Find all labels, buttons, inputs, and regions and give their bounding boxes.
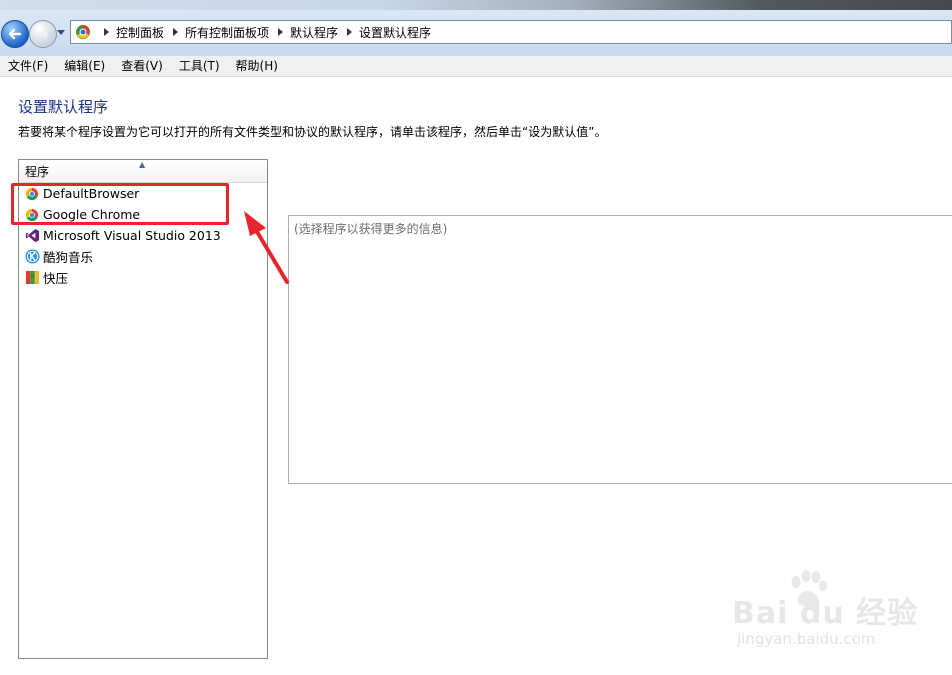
address-bar[interactable]: 控制面板 所有控制面板项 默认程序 设置默认程序: [70, 20, 952, 44]
menu-view[interactable]: 查看(V): [113, 56, 171, 76]
watermark-url: jingyan.baidu.com: [737, 630, 876, 648]
watermark-logo: Bai du 经验: [732, 596, 919, 631]
programs-list[interactable]: ▲ 程序 DefaultBrowser Google Chrome Micros…: [18, 159, 268, 659]
visual-studio-icon: [24, 228, 40, 244]
back-arrow-icon: [8, 28, 22, 40]
recent-pages-dropdown[interactable]: [57, 30, 65, 36]
kuaiya-icon: [24, 270, 40, 286]
breadcrumb-separator-icon[interactable]: [347, 28, 353, 36]
program-label: Microsoft Visual Studio 2013: [43, 228, 221, 243]
page-title: 设置默认程序: [18, 98, 109, 116]
menu-edit[interactable]: 编辑(E): [56, 56, 113, 76]
program-item-kugou[interactable]: 酷狗音乐: [19, 246, 267, 267]
program-label: 快压: [43, 271, 69, 286]
sort-ascending-icon: ▲: [139, 160, 146, 169]
breadcrumb-separator-icon[interactable]: [278, 28, 284, 36]
back-button[interactable]: [1, 20, 29, 48]
breadcrumb-default-programs[interactable]: 默认程序: [290, 24, 338, 41]
program-info-panel: (选择程序以获得更多的信息): [288, 215, 952, 484]
program-label: 酷狗音乐: [43, 250, 94, 265]
program-item-kuaiya[interactable]: 快压: [19, 267, 267, 288]
annotation-highlight-box: [11, 183, 229, 225]
breadcrumb-set-default-programs[interactable]: 设置默认程序: [359, 24, 431, 41]
program-item-visual-studio[interactable]: Microsoft Visual Studio 2013: [19, 225, 267, 246]
programs-column-label: 程序: [25, 165, 50, 179]
forward-arrow-icon: [37, 29, 49, 39]
breadcrumb-separator-icon[interactable]: [173, 28, 179, 36]
kugou-icon: [24, 249, 40, 265]
control-panel-icon: [76, 25, 90, 39]
menu-bar: 文件(F) 编辑(E) 查看(V) 工具(T) 帮助(H): [0, 56, 952, 77]
page-description: 若要将某个程序设置为它可以打开的所有文件类型和协议的默认程序，请单击该程序，然后…: [18, 125, 607, 139]
menu-tools[interactable]: 工具(T): [171, 56, 228, 76]
breadcrumb-control-panel[interactable]: 控制面板: [116, 24, 164, 41]
breadcrumb-all-items[interactable]: 所有控制面板项: [185, 24, 269, 41]
taskbar-strip: [0, 0, 952, 10]
forward-button[interactable]: [29, 20, 57, 48]
program-info-placeholder: (选择程序以获得更多的信息): [294, 222, 448, 236]
menu-help[interactable]: 帮助(H): [228, 56, 286, 76]
programs-column-header[interactable]: ▲ 程序: [19, 160, 267, 183]
menu-file[interactable]: 文件(F): [0, 56, 56, 76]
breadcrumb-separator-icon[interactable]: [104, 28, 109, 36]
